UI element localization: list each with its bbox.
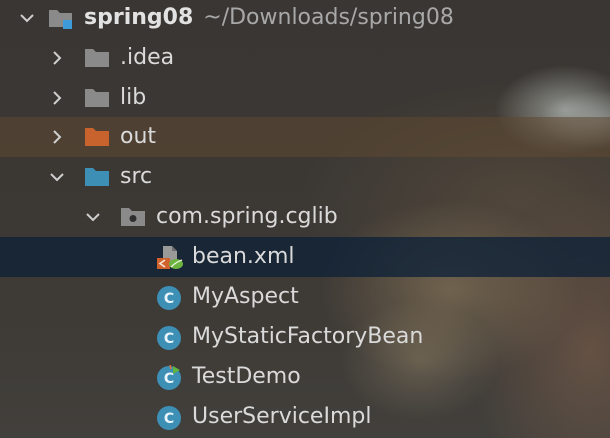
tree-row-project-root[interactable]: spring08 ~/Downloads/spring08	[0, 0, 610, 38]
chevron-right-icon[interactable]	[48, 128, 66, 146]
source-folder-icon	[84, 165, 110, 189]
runnable-class-icon: C	[156, 365, 182, 390]
tree-row-testdemo[interactable]: C TestDemo	[0, 357, 610, 397]
tree-item-label: MyStaticFactoryBean	[192, 324, 424, 349]
project-name-text: spring08	[84, 5, 194, 30]
tree-item-label: TestDemo	[192, 364, 301, 389]
svg-text:C: C	[164, 331, 174, 347]
project-tree: spring08 ~/Downloads/spring08 .idea lib o…	[0, 0, 610, 438]
tree-item-label: bean.xml	[192, 244, 295, 269]
chevron-down-icon[interactable]	[18, 9, 36, 27]
tree-item-label: MyAspect	[192, 284, 299, 309]
svg-text:C: C	[164, 411, 174, 427]
tree-row-mystaticfactorybean[interactable]: C MyStaticFactoryBean	[0, 317, 610, 357]
tree-item-label: com.spring.cglib	[156, 204, 338, 229]
class-icon: C	[156, 325, 182, 350]
tree-item-label: out	[120, 124, 157, 149]
tree-item-label: src	[120, 164, 153, 189]
svg-text:C: C	[164, 371, 174, 387]
tree-row-bean-xml[interactable]: bean.xml	[0, 237, 610, 277]
tree-row-src[interactable]: src	[0, 157, 610, 197]
folder-icon	[84, 46, 110, 70]
tree-row-myaspect[interactable]: C MyAspect	[0, 277, 610, 317]
tree-item-label: UserServiceImpl	[192, 404, 372, 429]
chevron-down-icon[interactable]	[48, 168, 66, 186]
project-folder-icon	[48, 6, 74, 30]
tree-row-userserviceimpl[interactable]: C UserServiceImpl	[0, 397, 610, 437]
tree-row-package[interactable]: com.spring.cglib	[0, 197, 610, 237]
class-icon: C	[156, 405, 182, 430]
package-icon	[120, 205, 146, 229]
chevron-right-icon[interactable]	[48, 49, 66, 67]
project-path: ~/Downloads/spring08	[203, 5, 454, 30]
class-icon: C	[156, 285, 182, 310]
tree-item-label: .idea	[120, 45, 175, 70]
tree-row-lib[interactable]: lib	[0, 78, 610, 118]
chevron-down-icon[interactable]	[84, 208, 102, 226]
tree-row-out[interactable]: out	[0, 117, 610, 157]
svg-text:C: C	[164, 291, 174, 307]
excluded-folder-icon	[84, 125, 110, 149]
tree-row-idea[interactable]: .idea	[0, 38, 610, 78]
chevron-right-icon[interactable]	[48, 89, 66, 107]
tree-item-label: lib	[120, 85, 147, 110]
project-name: spring08 ~/Downloads/spring08	[84, 6, 454, 30]
spring-xml-file-icon	[156, 245, 183, 269]
folder-icon	[84, 86, 110, 110]
